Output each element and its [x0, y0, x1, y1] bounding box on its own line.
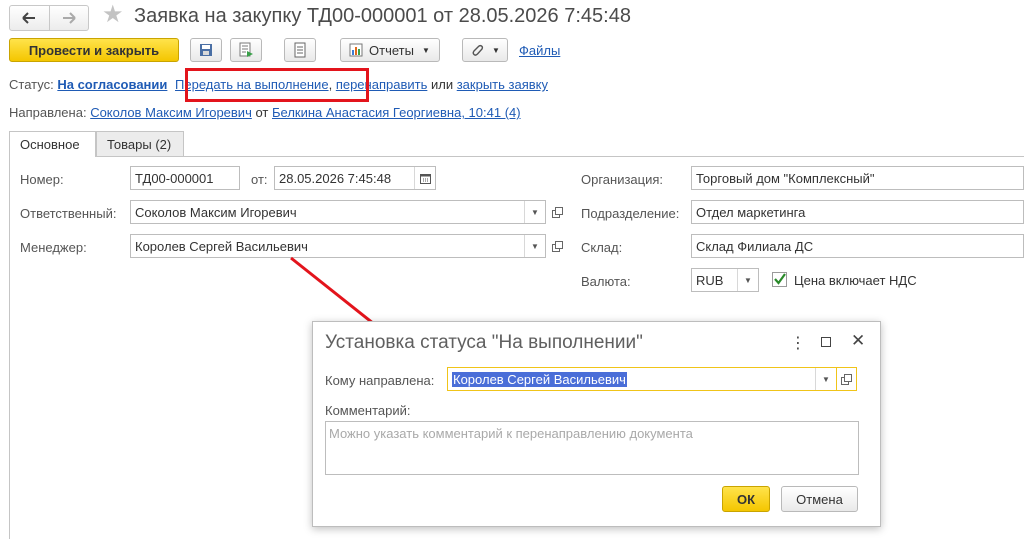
open-icon[interactable] — [837, 367, 857, 391]
chevron-down-icon[interactable]: ▼ — [815, 368, 836, 390]
cancel-label: Отмена — [796, 491, 843, 507]
recipient-label: Кому направлена: — [325, 373, 435, 388]
ok-button[interactable]: ОК — [722, 486, 770, 512]
more-icon[interactable]: ⋮ — [790, 333, 806, 353]
recipient-value: Королев Сергей Васильевич — [452, 371, 627, 387]
recipient-field[interactable]: Королев Сергей Васильевич ▼ — [447, 367, 837, 391]
dialog-title: Установка статуса "На выполнении" — [325, 332, 643, 353]
comment-textarea[interactable]: Можно указать комментарий к перенаправле… — [325, 421, 859, 475]
ok-label: ОК — [736, 491, 756, 507]
comment-label: Комментарий: — [325, 403, 411, 418]
maximize-icon[interactable] — [821, 337, 831, 347]
cancel-button[interactable]: Отмена — [781, 486, 858, 512]
close-icon[interactable]: ✕ — [851, 331, 865, 351]
comment-placeholder: Можно указать комментарий к перенаправле… — [329, 426, 693, 441]
